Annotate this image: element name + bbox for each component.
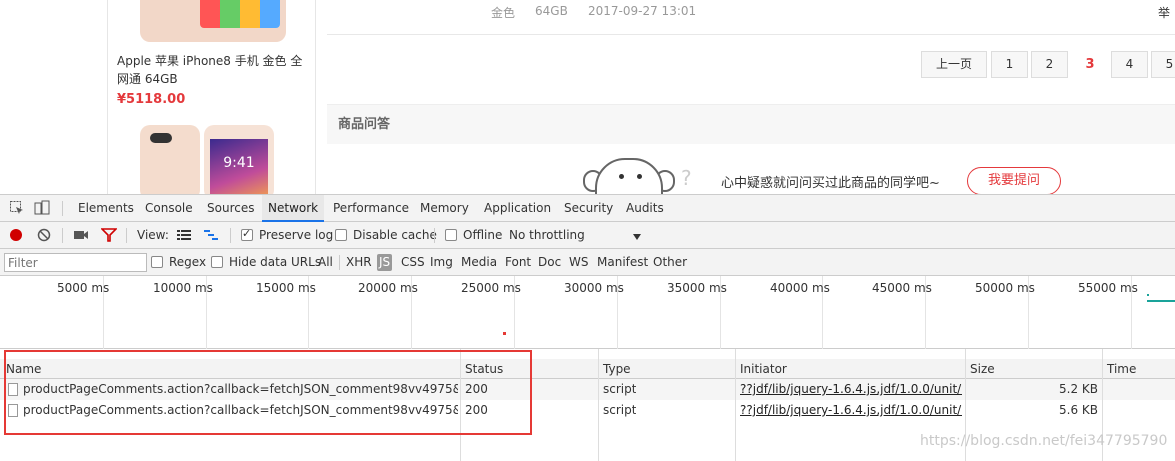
page-button-4[interactable]: 4 (1111, 51, 1148, 78)
tab-security[interactable]: Security (558, 195, 619, 222)
tick-label: 50000 ms (975, 281, 1035, 295)
tick-label: 25000 ms (461, 281, 521, 295)
request-type: script (603, 382, 637, 396)
qa-section-title: 商品问答 (327, 104, 1175, 144)
column-header-time[interactable]: Time (1103, 359, 1136, 379)
regex-label: Regex (169, 255, 207, 269)
column-header-initiator[interactable]: Initiator (736, 359, 787, 379)
view-label: View: (137, 228, 169, 242)
product-image-iphone8[interactable] (140, 0, 286, 42)
divider (327, 34, 1175, 35)
dropdown-arrow-icon[interactable] (632, 230, 648, 246)
type-filter-js[interactable]: JS (377, 254, 393, 271)
tick-label: 40000 ms (770, 281, 830, 295)
type-filter-img[interactable]: Img (430, 249, 453, 276)
tab-elements[interactable]: Elements (72, 195, 140, 222)
request-marker (1147, 294, 1149, 296)
type-filter-xhr[interactable]: XHR (346, 249, 372, 276)
product-image-iphone8-plus[interactable]: 9:41 (138, 125, 288, 194)
tick-label: 30000 ms (564, 281, 624, 295)
request-size: 5.2 KB (1059, 382, 1098, 396)
tab-network[interactable]: Network (262, 195, 325, 222)
request-initiator-link[interactable]: ??jdf/lib/jquery-1.6.4.js,jdf/1.0.0/unit… (740, 379, 962, 400)
waterfall-icon[interactable] (203, 228, 219, 244)
page-current-3: 3 (1085, 57, 1095, 72)
tab-memory[interactable]: Memory (414, 195, 475, 222)
record-icon[interactable] (9, 228, 25, 244)
disable-cache-checkbox[interactable] (335, 229, 347, 241)
preserve-log-checkbox[interactable] (241, 227, 253, 241)
type-filter-css[interactable]: CSS (401, 249, 425, 276)
tab-sources[interactable]: Sources (201, 195, 260, 222)
network-toolbar: View: Preserve log Disable cache Offline… (0, 222, 1175, 249)
request-marker (1147, 300, 1175, 302)
order-color: 金色 (491, 6, 516, 20)
type-filter-ws[interactable]: WS (569, 249, 588, 276)
mascot-dog-icon: ? (583, 158, 692, 194)
inspect-element-icon[interactable] (9, 200, 25, 216)
devtools-tabbar: Elements Console Sources Network Perform… (0, 195, 1175, 222)
tab-performance[interactable]: Performance (327, 195, 415, 222)
ask-question-button[interactable]: 我要提问 (967, 167, 1061, 194)
screenshot-camera-icon[interactable] (73, 228, 89, 244)
network-filterbar: Regex Hide data URLs All XHR JS CSS Img … (0, 249, 1175, 276)
qa-prompt-text: 心中疑惑就问问买过此商品的同学吧~ (721, 176, 940, 191)
webpage: Apple 苹果 iPhone8 手机 金色 全网通 64GB ¥5118.00… (0, 0, 1175, 194)
preserve-log-label: Preserve log (259, 228, 334, 242)
page-button-2[interactable]: 2 (1031, 51, 1068, 78)
page-button-1[interactable]: 1 (991, 51, 1028, 78)
highlight-annotation-box (4, 350, 532, 435)
column-header-type[interactable]: Type (599, 359, 631, 379)
disable-cache-label: Disable cache (353, 228, 437, 242)
network-overview-timeline[interactable]: 5000 ms 10000 ms 15000 ms 20000 ms 25000… (0, 276, 1175, 349)
offline-checkbox[interactable] (445, 229, 457, 241)
tick-label: 35000 ms (667, 281, 727, 295)
request-type: script (603, 403, 637, 417)
product-price: ¥5118.00 (117, 92, 186, 107)
csdn-watermark: https://blog.csdn.net/fei347795790 (920, 433, 1168, 449)
type-filter-manifest[interactable]: Manifest (597, 249, 648, 276)
tick-label: 15000 ms (256, 281, 316, 295)
device-toolbar-icon[interactable] (34, 200, 50, 216)
order-storage: 64GB (535, 4, 568, 18)
throttling-select[interactable]: No throttling (509, 222, 585, 249)
request-initiator-link[interactable]: ??jdf/lib/jquery-1.6.4.js,jdf/1.0.0/unit… (740, 400, 962, 421)
large-rows-icon[interactable] (176, 228, 192, 244)
tick-label: 45000 ms (872, 281, 932, 295)
column-header-size[interactable]: Size (966, 359, 995, 379)
filter-funnel-icon[interactable] (100, 228, 118, 244)
phone-screen-time: 9:41 (223, 155, 255, 171)
tick-label: 55000 ms (1078, 281, 1138, 295)
type-filter-doc[interactable]: Doc (538, 249, 561, 276)
order-date: 2017-09-27 13:01 (588, 4, 697, 18)
type-filter-other[interactable]: Other (653, 249, 687, 276)
request-size: 5.6 KB (1059, 403, 1098, 417)
offline-label: Offline (463, 228, 503, 242)
request-marker (503, 332, 506, 335)
type-filter-font[interactable]: Font (505, 249, 531, 276)
regex-checkbox[interactable] (151, 256, 163, 268)
tab-console[interactable]: Console (139, 195, 199, 222)
type-filter-all[interactable]: All (318, 249, 333, 276)
clear-icon[interactable] (37, 228, 53, 244)
hide-data-urls-label: Hide data URLs (229, 255, 322, 269)
product-name-link[interactable]: Apple 苹果 iPhone8 手机 金色 全网通 64GB (117, 52, 307, 88)
tick-label: 5000 ms (57, 281, 110, 295)
hide-data-urls-checkbox[interactable] (211, 256, 223, 268)
tab-audits[interactable]: Audits (620, 195, 670, 222)
report-link[interactable]: 举 (1158, 4, 1170, 21)
prev-page-button[interactable]: 上一页 (921, 51, 987, 78)
page-button-5[interactable]: 5 (1151, 51, 1175, 78)
type-filter-media[interactable]: Media (461, 249, 497, 276)
tick-label: 10000 ms (153, 281, 213, 295)
filter-input[interactable] (4, 253, 147, 272)
tab-application[interactable]: Application (478, 195, 557, 222)
tick-label: 20000 ms (358, 281, 418, 295)
question-mark: ? (681, 166, 692, 190)
